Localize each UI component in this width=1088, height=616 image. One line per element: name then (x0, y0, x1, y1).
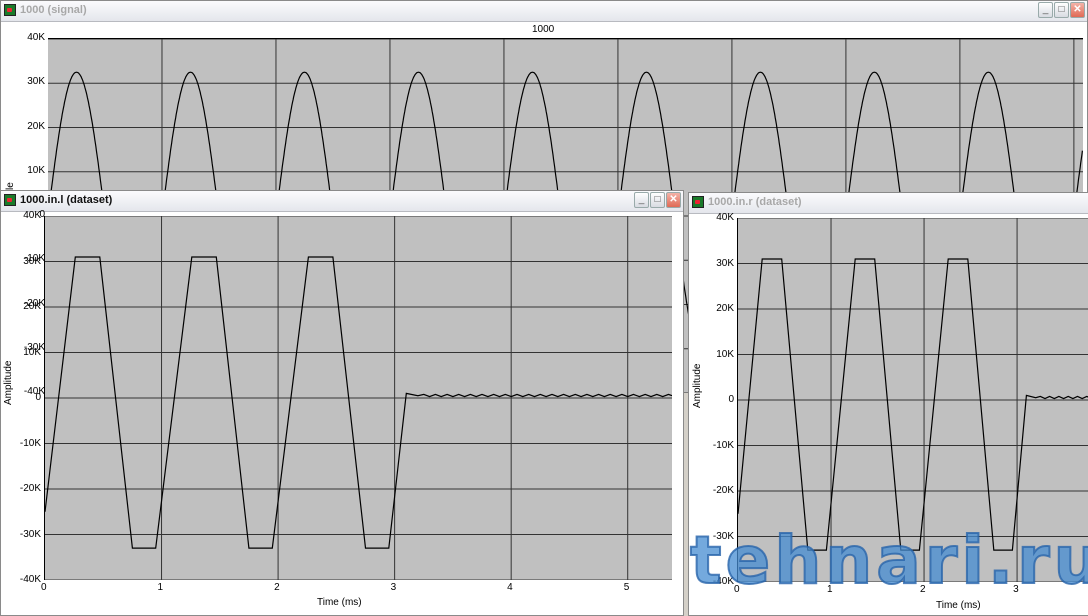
chart-svg (45, 216, 672, 580)
y-tick-label: -30K (712, 530, 734, 542)
x-tick-label: 2 (274, 582, 280, 593)
x-tick-label: 5 (623, 582, 630, 593)
y-tick-label: 10K (27, 164, 45, 176)
app-icon (4, 194, 16, 206)
y-tick-label: -20K (19, 483, 41, 494)
series-line-1000.in.r (738, 258, 1088, 551)
x-tick-label: 3 (390, 582, 397, 593)
x-tick-label: 3 (1013, 584, 1019, 595)
x-axis-label: Time (ms) (317, 597, 362, 608)
close-button[interactable]: ✕ (666, 192, 681, 208)
app-icon (4, 4, 16, 16)
y-tick-label: 30K (27, 76, 45, 88)
window-title: 1000.in.r (dataset) (708, 196, 802, 208)
y-axis-label: le (5, 182, 16, 190)
signal-title-bar[interactable]: 1000 (signal) _ □ ✕ (1, 1, 1087, 22)
y-tick-label: -40K (712, 576, 734, 587)
y-tick-label: 10K (23, 346, 41, 358)
right-plot[interactable] (737, 218, 1088, 582)
y-tick-label: 40K (23, 210, 41, 221)
y-tick-label: -30K (19, 528, 41, 540)
y-tick-label: 40K (716, 212, 734, 223)
maximize-button[interactable]: □ (650, 192, 665, 208)
y-tick-label: 20K (23, 301, 41, 312)
y-tick-label: -40K (19, 574, 41, 585)
y-tick-label: 0 (728, 394, 734, 405)
x-axis-label: Time (ms) (936, 600, 981, 611)
y-tick-label: 30K (23, 255, 41, 267)
y-tick-label: -10K (712, 439, 734, 451)
left-title-bar[interactable]: 1000.in.l (dataset) _ □ ✕ (1, 191, 683, 212)
y-tick-label: 40K (27, 32, 45, 43)
app-icon (692, 196, 704, 208)
window-title: 1000 (signal) (20, 4, 87, 16)
x-tick-label: 0 (734, 584, 740, 595)
series-line-1000.in.l (45, 256, 672, 549)
chart-svg (738, 218, 1088, 582)
y-tick-label: -20K (712, 485, 734, 496)
y-tick-label: 20K (27, 120, 45, 132)
chart-title: 1000 (532, 24, 555, 35)
y-tick-label: -10K (19, 437, 41, 449)
y-tick-label: 30K (716, 257, 734, 269)
minimize-button[interactable]: _ (1038, 2, 1053, 18)
window-title: 1000.in.l (dataset) (20, 194, 113, 206)
x-tick-label: 0 (41, 582, 47, 593)
x-tick-label: 1 (827, 584, 833, 595)
maximize-button[interactable]: □ (1054, 2, 1069, 18)
y-tick-label: 20K (716, 303, 734, 314)
x-tick-label: 4 (507, 582, 513, 593)
left-plot[interactable] (44, 216, 672, 580)
x-tick-label: 1 (157, 582, 164, 593)
x-tick-label: 2 (920, 584, 926, 595)
right-title-bar[interactable]: 1000.in.r (dataset) (689, 193, 1088, 214)
y-tick-label: 0 (35, 392, 41, 403)
close-button[interactable]: ✕ (1070, 2, 1085, 18)
minimize-button[interactable]: _ (634, 192, 649, 208)
y-tick-label: 10K (716, 348, 734, 360)
